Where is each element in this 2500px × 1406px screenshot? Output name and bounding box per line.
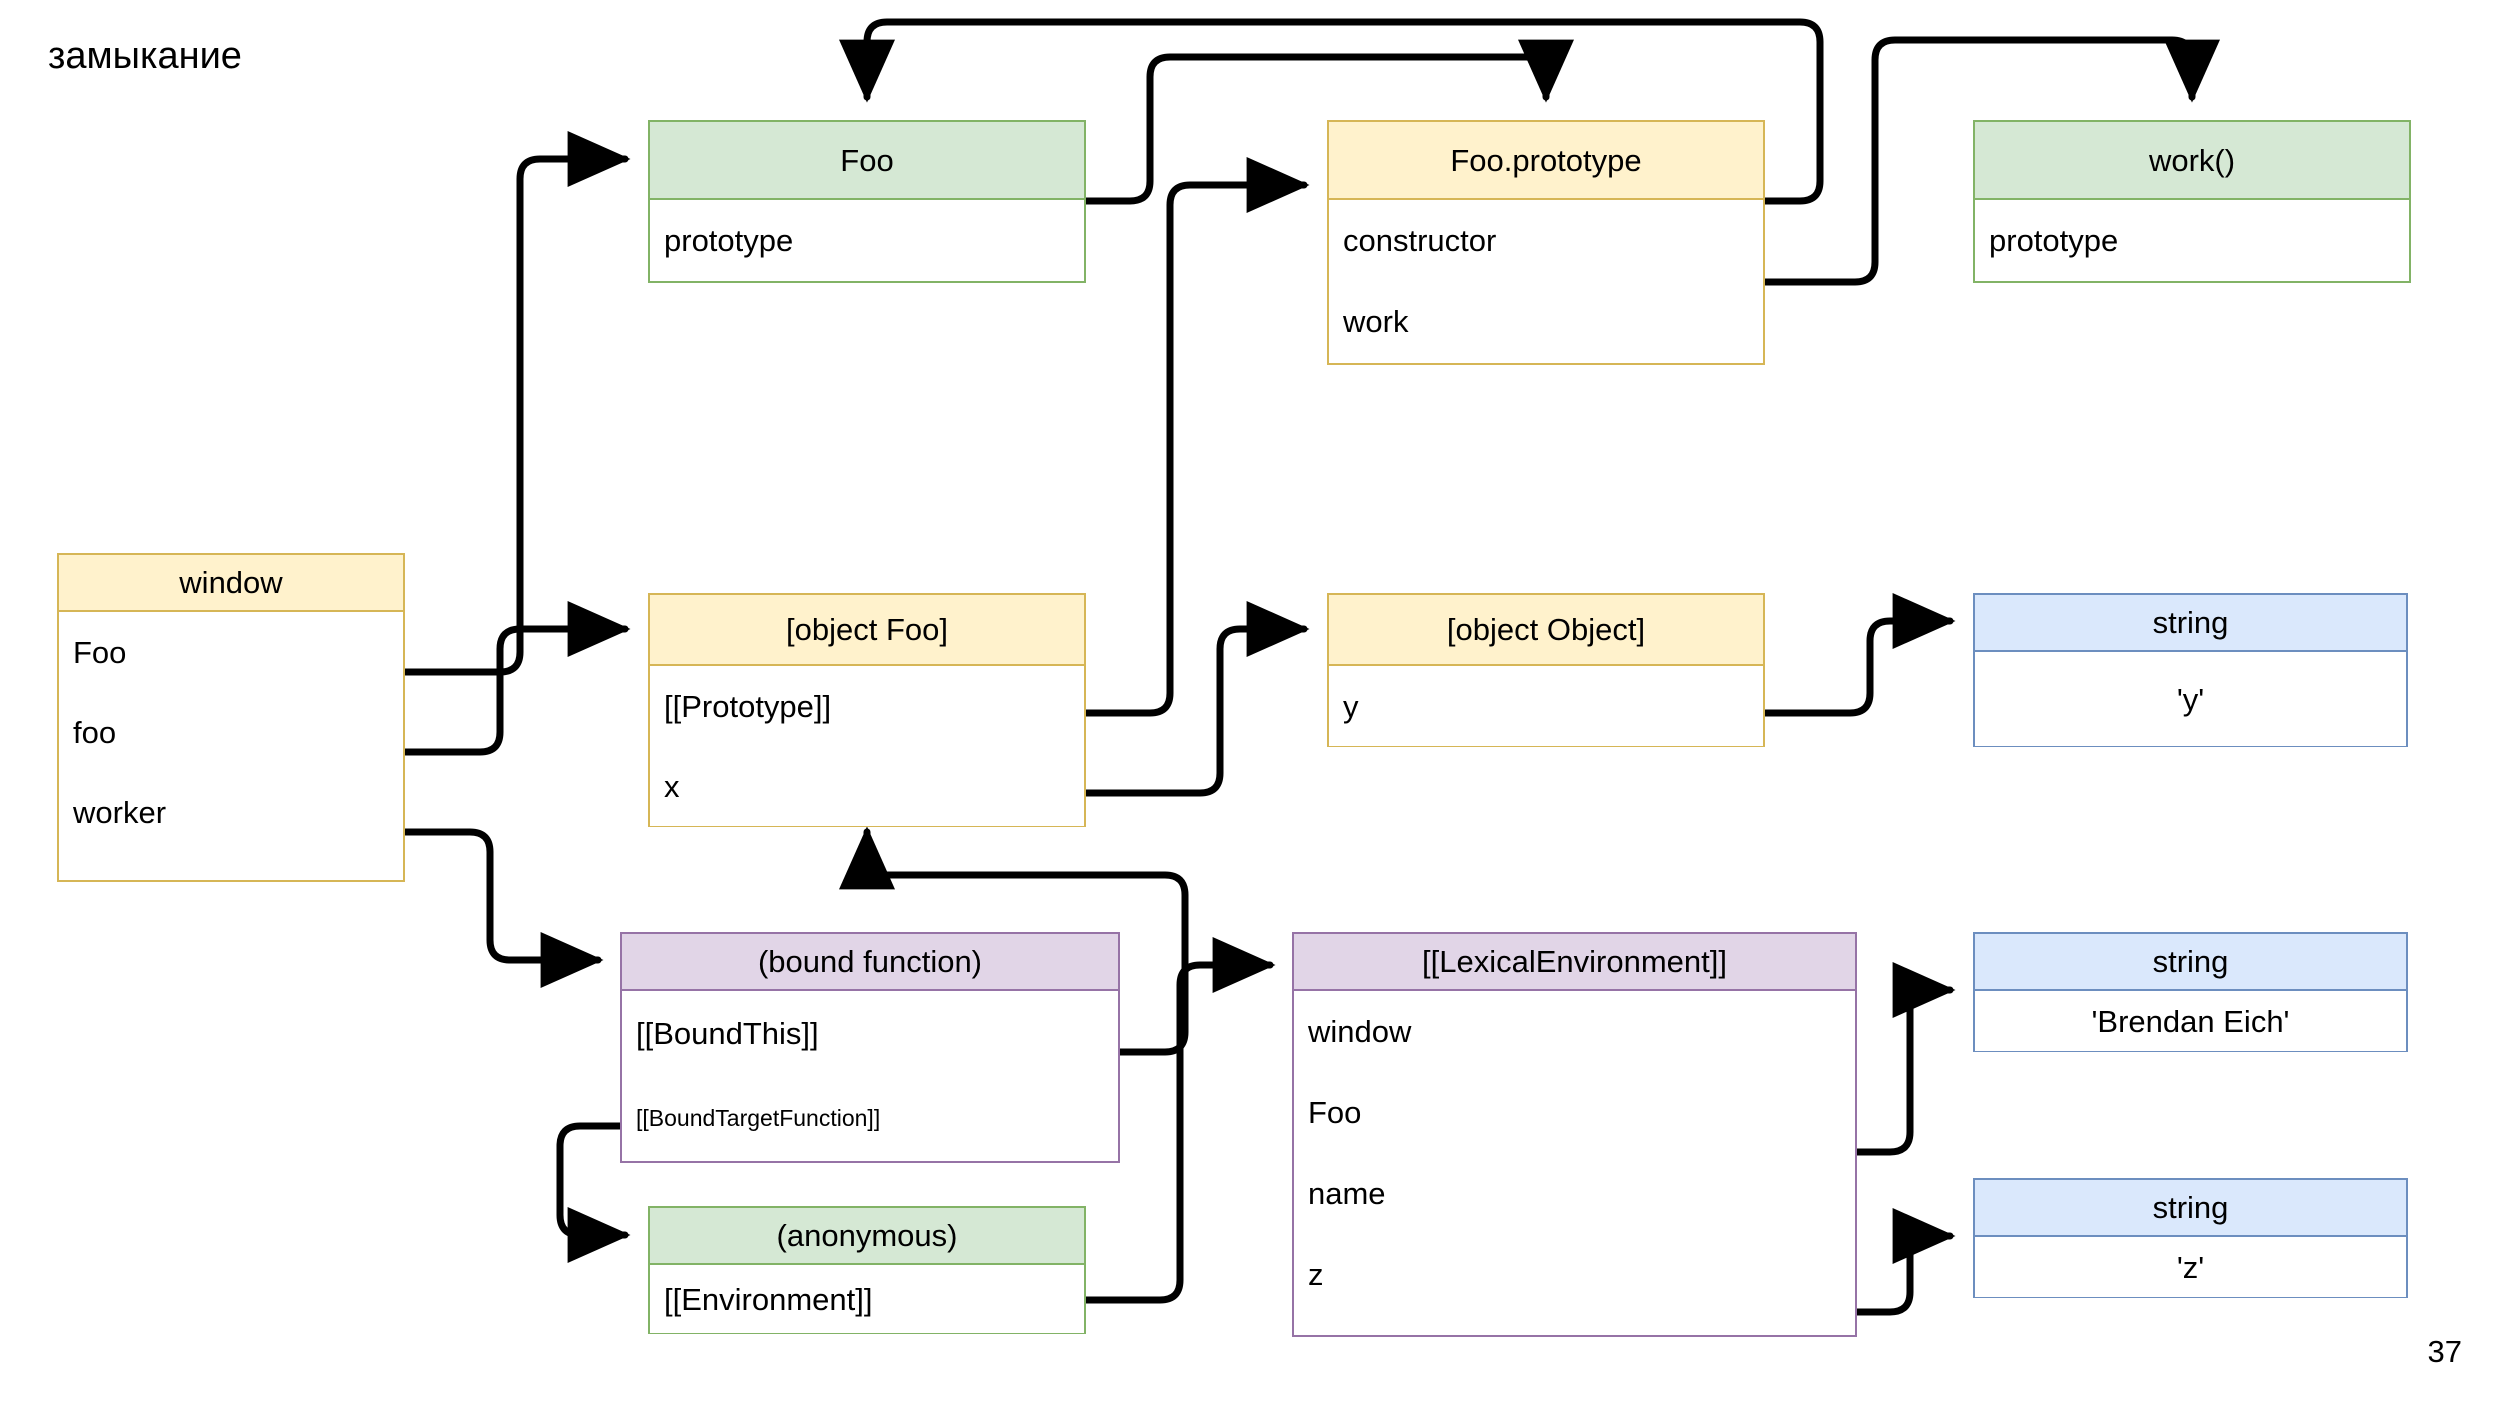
node-bound-function[interactable]: (bound function) [[BoundThis]] [[BoundTa… bbox=[620, 932, 1120, 1163]
node-lexical-environment-row-z[interactable]: z bbox=[1294, 1234, 1855, 1315]
node-window-row-foo-ctor[interactable]: Foo bbox=[59, 612, 403, 692]
node-lexical-environment-row-name[interactable]: name bbox=[1294, 1153, 1855, 1234]
node-window-row-worker[interactable]: worker bbox=[59, 772, 403, 852]
edge-window-boundfn bbox=[401, 828, 604, 988]
page-number: 37 bbox=[2427, 1334, 2462, 1369]
node-object-object-title: [object Object] bbox=[1329, 595, 1763, 666]
edge-objfoo-x bbox=[1082, 601, 1310, 797]
node-foo-prototype-row-work[interactable]: work bbox=[1329, 281, 1763, 362]
node-window-title: window bbox=[59, 555, 403, 612]
node-lexical-environment-title: [[LexicalEnvironment]] bbox=[1294, 934, 1855, 991]
node-bound-function-title: (bound function) bbox=[622, 934, 1118, 991]
node-anonymous-row-environment[interactable]: [[Environment]] bbox=[650, 1265, 1084, 1333]
node-window[interactable]: window Foo foo worker bbox=[57, 553, 405, 882]
node-window-row-foo[interactable]: foo bbox=[59, 692, 403, 772]
node-string-brendan-eich-title: string bbox=[1975, 934, 2406, 991]
edge-lexenv-z bbox=[1853, 1208, 1956, 1316]
node-work-title: work() bbox=[1975, 122, 2409, 200]
edge-lexenv-name bbox=[1853, 962, 1956, 1156]
slide-title: замыкание bbox=[48, 35, 242, 77]
node-lexical-environment-row-foo[interactable]: Foo bbox=[1294, 1072, 1855, 1153]
node-object-object[interactable]: [object Object] y bbox=[1327, 593, 1765, 747]
edge-objfoo-prototype bbox=[1082, 157, 1310, 717]
node-object-foo[interactable]: [object Foo] [[Prototype]] x bbox=[648, 593, 1086, 827]
node-anonymous-title: (anonymous) bbox=[650, 1208, 1084, 1265]
node-string-z-title: string bbox=[1975, 1180, 2406, 1237]
node-object-foo-title: [object Foo] bbox=[650, 595, 1084, 666]
slide-canvas: замыкание Foo prototype Foo.prototype co… bbox=[0, 0, 2500, 1406]
node-string-y-value: 'y' bbox=[1975, 652, 2406, 746]
node-foo[interactable]: Foo prototype bbox=[648, 120, 1086, 283]
edge-window-foo bbox=[401, 131, 631, 676]
node-foo-row-prototype[interactable]: prototype bbox=[650, 200, 1084, 281]
node-string-brendan-eich[interactable]: string 'Brendan Eich' bbox=[1973, 932, 2408, 1052]
node-lexical-environment[interactable]: [[LexicalEnvironment]] window Foo name z bbox=[1292, 932, 1857, 1337]
node-object-foo-row-x[interactable]: x bbox=[650, 746, 1084, 826]
edge-boundtarget-anon bbox=[556, 1122, 631, 1263]
node-work-row-prototype[interactable]: prototype bbox=[1975, 200, 2409, 281]
node-string-z-value: 'z' bbox=[1975, 1237, 2406, 1297]
edge-objobj-y bbox=[1761, 593, 1956, 717]
node-foo-prototype-title: Foo.prototype bbox=[1329, 122, 1763, 200]
node-bound-function-row-bound-this[interactable]: [[BoundThis]] bbox=[622, 991, 1118, 1076]
node-work[interactable]: work() prototype bbox=[1973, 120, 2411, 283]
node-string-y[interactable]: string 'y' bbox=[1973, 593, 2408, 747]
node-bound-function-row-bound-target-function[interactable]: [[BoundTargetFunction]] bbox=[622, 1076, 1118, 1161]
node-string-brendan-eich-value: 'Brendan Eich' bbox=[1975, 991, 2406, 1051]
node-string-z[interactable]: string 'z' bbox=[1973, 1178, 2408, 1298]
node-object-object-row-y[interactable]: y bbox=[1329, 666, 1763, 746]
node-anonymous[interactable]: (anonymous) [[Environment]] bbox=[648, 1206, 1086, 1334]
node-foo-prototype[interactable]: Foo.prototype constructor work bbox=[1327, 120, 1765, 365]
node-string-y-title: string bbox=[1975, 595, 2406, 652]
node-foo-title: Foo bbox=[650, 122, 1084, 200]
edge-window-objfoo bbox=[401, 601, 631, 756]
node-object-foo-row-prototype[interactable]: [[Prototype]] bbox=[650, 666, 1084, 746]
node-foo-prototype-row-constructor[interactable]: constructor bbox=[1329, 200, 1763, 281]
node-lexical-environment-row-window[interactable]: window bbox=[1294, 991, 1855, 1072]
